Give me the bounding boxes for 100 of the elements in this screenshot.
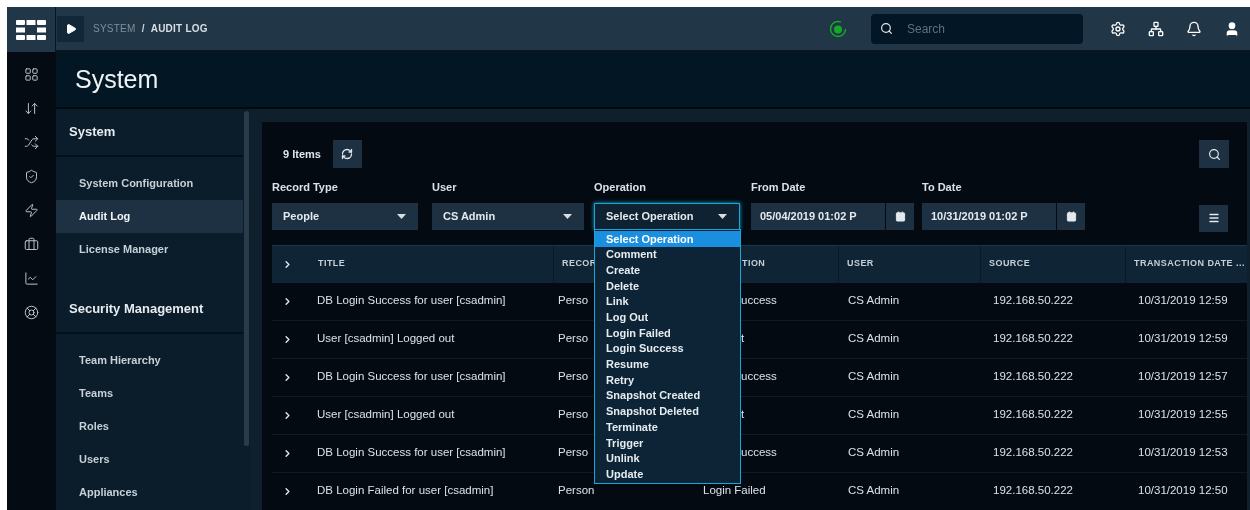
filter-label: Operation [594,180,647,195]
table-cell-text: uccess [740,293,777,309]
dropdown-option[interactable]: Resume [595,356,740,373]
expand-row-icon[interactable] [282,409,293,421]
table-cell-text: 10/31/2019 12:57 [1137,369,1228,385]
table-cell-text: User [csadmin] Logged out [316,407,455,423]
lightning-icon[interactable] [24,203,39,218]
sidebar-item[interactable]: Users [56,443,243,476]
date-field[interactable]: 10/31/2019 01:02 P [922,202,1056,230]
column-header[interactable]: SOURCE [989,257,1031,271]
dropdown-option[interactable]: Snapshot Created [595,387,740,404]
dropdown-option[interactable]: Delete [595,278,740,294]
table-cell-text: t [740,331,745,347]
table-cell-text: User [csadmin] Logged out [316,331,455,347]
hierarchy-icon[interactable] [1148,20,1164,37]
sidebar-item[interactable]: Audit Log [56,200,243,233]
sidebar-item[interactable]: Roles [56,410,243,443]
table-cell-text: Login Failed [702,483,766,499]
expand-row-icon[interactable] [282,333,293,345]
sidebar-item[interactable]: Appliances [56,476,243,509]
sidebar-item[interactable]: Team Hierarchy [56,344,243,377]
select-field[interactable]: Select Operation [594,202,740,230]
dropdown-option[interactable]: Retry [595,372,740,388]
dropdown-option[interactable]: Terminate [595,419,740,435]
settings-icon[interactable] [1110,20,1126,37]
logo-icon[interactable] [16,19,46,40]
sidebar-item[interactable]: System Configuration [56,167,243,200]
sidebar-section-title: Security Management [69,300,204,319]
sidebar-item[interactable]: Teams [56,377,243,410]
search-icon [1207,147,1221,161]
table-cell-text: CS Admin [847,483,900,499]
table-cell-text: Perso [557,445,589,461]
column-header[interactable]: USER [847,257,874,271]
dropdown-option[interactable]: Unlink [595,450,740,467]
filter-label: To Date [922,180,963,195]
expand-row-icon[interactable] [282,447,293,459]
select-field[interactable]: CS Admin [432,202,584,230]
table-cell-text: Person [557,483,595,499]
calendar-button[interactable] [886,202,914,230]
table-cell-text: 10/31/2019 12:55 [1137,407,1228,423]
table-cell-text: 192.168.50.222 [992,369,1073,385]
expand-row-icon[interactable] [282,485,293,497]
table-cell-text: DB Login Failed for user [csadmin] [316,483,494,499]
calendar-button[interactable] [1057,202,1085,230]
user-icon[interactable] [1224,20,1240,37]
shield-icon[interactable] [24,169,39,184]
lifebuoy-icon[interactable] [24,305,39,320]
table-cell-text: 10/31/2019 12:59 [1137,331,1228,347]
table-cell-text: 192.168.50.222 [992,407,1073,423]
breadcrumb-item[interactable]: SYSTEM [93,21,136,36]
column-header[interactable]: TRANSACTION DATE ... [1134,257,1245,271]
play-icon [64,22,77,35]
dropdown-option[interactable]: Login Failed [595,325,740,341]
table-cell-text: Perso [557,293,589,309]
columns-menu-button[interactable] [1199,204,1228,232]
notifications-icon[interactable] [1186,20,1202,37]
grid-icon[interactable] [24,67,39,82]
search-field[interactable]: Search [871,13,1083,44]
dropdown-option[interactable]: Comment [595,246,740,263]
search-button[interactable] [1199,140,1229,168]
scrollbar[interactable] [244,111,249,446]
dropdown-option[interactable]: Create [595,262,740,279]
filter-label: Record Type [272,180,339,195]
refresh-button[interactable] [332,140,362,168]
table-cell-text: CS Admin [847,369,900,385]
table-cell-text: 192.168.50.222 [992,483,1073,499]
sort-arrows-icon[interactable] [24,101,39,116]
refresh-icon [341,148,354,160]
menu-icon [1207,212,1220,224]
sidebar-toggle-button[interactable] [57,15,84,42]
table-cell-text: CS Admin [847,331,900,347]
column-header[interactable]: TION [742,257,766,271]
select-field[interactable]: People [272,202,418,230]
calendar-icon [894,210,906,222]
line-chart-icon[interactable] [24,271,39,286]
dropdown-option[interactable]: Update [595,466,740,482]
filter-label: User [432,180,458,195]
table-cell-text: DB Login Success for user [csadmin] [316,369,506,385]
table-cell-text: CS Admin [847,293,900,309]
table-cell-text: Perso [557,369,589,385]
expand-all-icon[interactable] [282,258,293,270]
expand-row-icon[interactable] [282,371,293,383]
column-header[interactable]: TITLE [318,257,346,271]
dropdown-option[interactable]: Login Success [595,340,740,357]
briefcase-icon[interactable] [24,237,39,252]
dropdown-option[interactable]: Log Out [595,309,740,326]
date-field[interactable]: 05/04/2019 01:02 P [751,202,885,230]
dropdown-option[interactable]: Trigger [595,434,740,451]
table-cell-text: CS Admin [847,407,900,423]
shuffle-icon[interactable] [24,135,39,150]
expand-row-icon[interactable] [282,295,293,307]
status-icon[interactable] [829,19,847,38]
dropdown-option[interactable]: Snapshot Deleted [595,403,740,420]
item-count: 9 Items [283,146,321,162]
sidebar-item[interactable]: License Manager [56,233,243,266]
table-cell-text: DB Login Success for user [csadmin] [316,445,506,461]
table-cell-text: 10/31/2019 12:59 [1137,293,1228,309]
search-icon [880,21,893,35]
table-cell-text: 10/31/2019 12:53 [1137,445,1228,461]
dropdown-option[interactable]: Link [595,293,740,310]
